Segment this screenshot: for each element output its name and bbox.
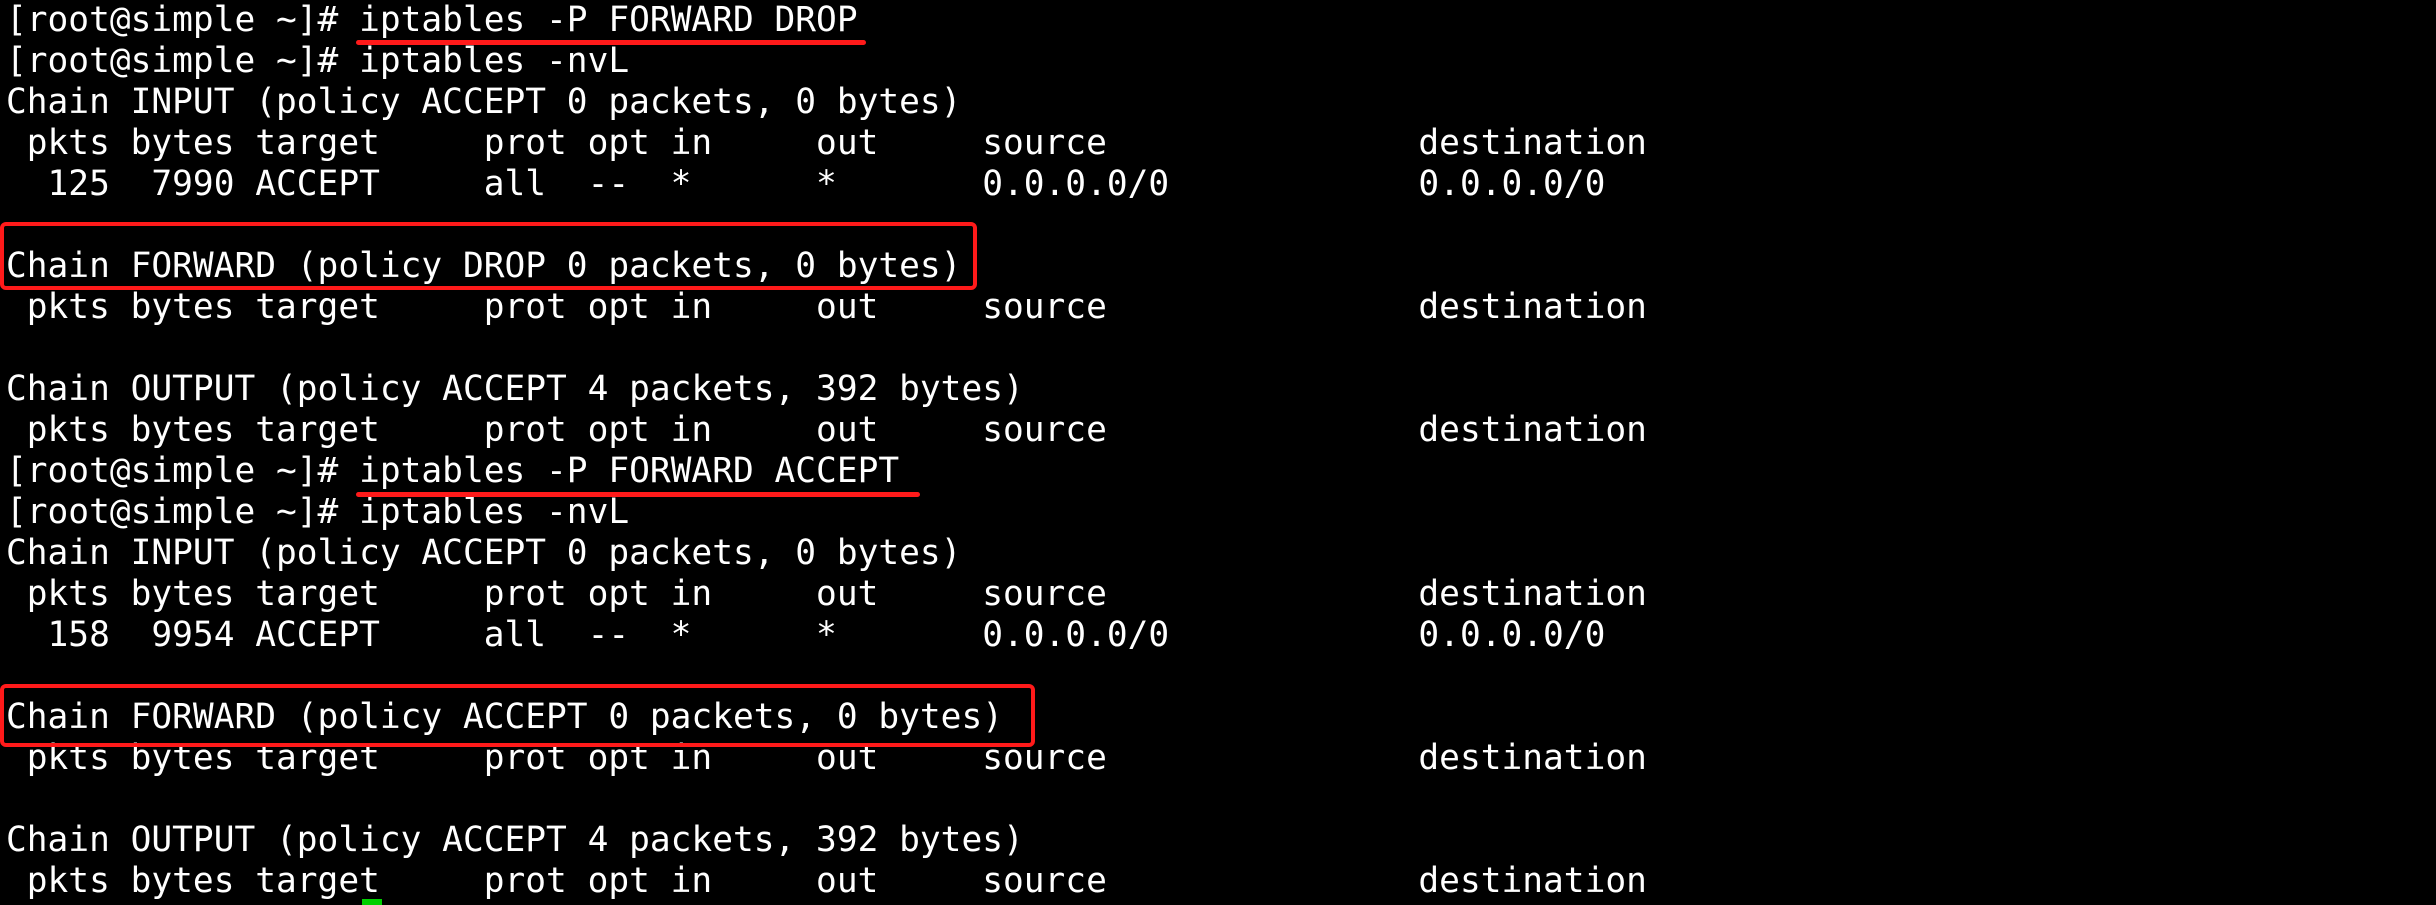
terminal-cursor: [362, 899, 382, 905]
terminal-line-command: [root@simple ~]# iptables -P FORWARD DRO…: [6, 0, 858, 40]
red-highlight-box: [0, 684, 1035, 747]
terminal-line-chain-header: Chain INPUT (policy ACCEPT 0 packets, 0 …: [6, 533, 962, 573]
terminal-line-column-header: pkts bytes target prot opt in out source…: [6, 574, 1647, 614]
terminal-line-rule: 125 7990 ACCEPT all -- * * 0.0.0.0/0 0.0…: [6, 164, 1606, 204]
terminal-window[interactable]: [root@simple ~]# iptables -P FORWARD DRO…: [0, 0, 2436, 905]
terminal-line-chain-header: Chain OUTPUT (policy ACCEPT 4 packets, 3…: [6, 820, 1024, 860]
terminal-line-command: [root@simple ~]# iptables -nvL: [6, 492, 630, 532]
terminal-line-column-header: pkts bytes target prot opt in out source…: [6, 410, 1647, 450]
terminal-line-command: [root@simple ~]# iptables -nvL: [6, 41, 630, 81]
terminal-line-column-header: pkts bytes target prot opt in out source…: [6, 123, 1647, 163]
terminal-line-command: [root@simple ~]# iptables -P FORWARD ACC…: [6, 451, 900, 491]
terminal-line-chain-header: Chain INPUT (policy ACCEPT 0 packets, 0 …: [6, 82, 962, 122]
red-highlight-box: [0, 222, 977, 290]
red-underline-annotation: [356, 40, 866, 45]
terminal-line-chain-header: Chain OUTPUT (policy ACCEPT 4 packets, 3…: [6, 369, 1024, 409]
red-underline-annotation: [356, 492, 920, 497]
terminal-line-rule: 158 9954 ACCEPT all -- * * 0.0.0.0/0 0.0…: [6, 615, 1606, 655]
terminal-line-column-header: pkts bytes target prot opt in out source…: [6, 287, 1647, 327]
terminal-line-column-header: pkts bytes target prot opt in out source…: [6, 861, 1647, 901]
